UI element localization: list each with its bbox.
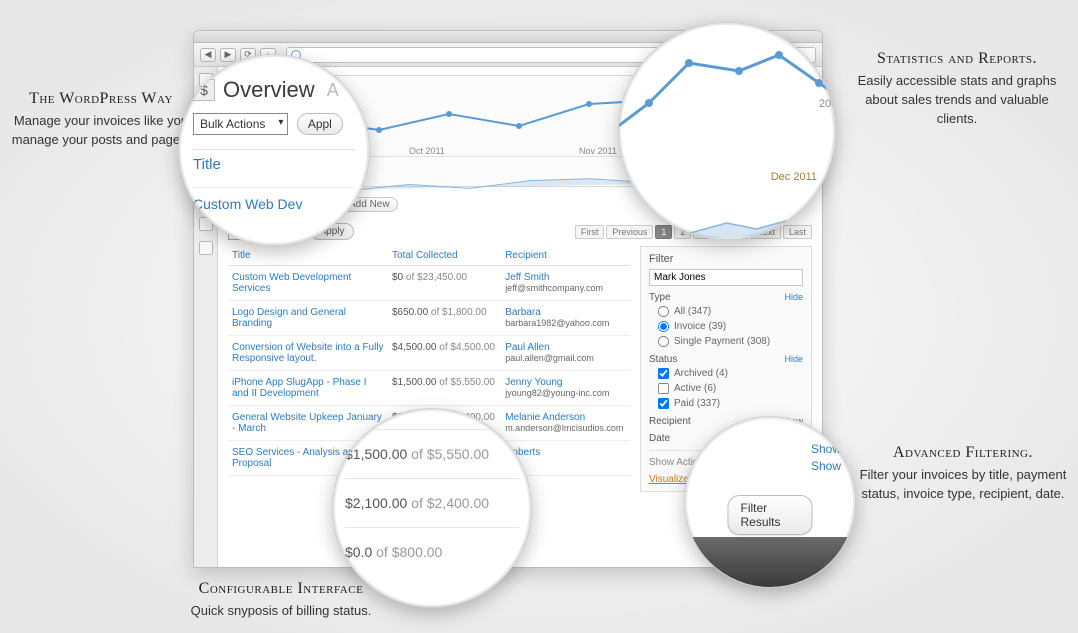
callout-body: Manage your invoices like you manage you… [6,112,196,150]
filter-status-label: Status [649,354,677,365]
filter-type-option[interactable]: Single Payment (308) [657,335,803,348]
overview-title: Overview [223,77,315,103]
filter-type-label: Type [649,292,671,303]
chart-line-zoom: 20 [618,43,836,173]
filter-recipient-label: Recipient [649,416,691,427]
filter-status-option[interactable]: Archived (4) [657,367,803,380]
hide-link[interactable]: Hide [784,292,803,303]
chart-tick: Oct 2011 [409,146,445,156]
recipient-cell: Jeff Smithjeff@smithcompany.com [501,266,630,301]
recipient-cell: Jenny Youngjyoung82@young-inc.com [501,371,630,406]
filter-type-option[interactable]: All (347) [657,305,803,318]
col-total[interactable]: Total Collected [388,246,501,266]
table-row: iPhone App SlugApp - Phase I and II Deve… [228,371,630,406]
hide-link[interactable]: Hide [784,354,803,365]
callout-stats: Statistics and Reports. Easily accessibl… [846,50,1068,129]
chart-tick: Dec 2011 [771,171,817,183]
magnifier-amounts: $1,500.00 of $5,550.00 $2,100.00 of $2,4… [332,408,532,608]
invoice-title-link[interactable]: Logo Design and General Branding [228,301,388,336]
filter-status-option[interactable]: Paid (337) [657,397,803,410]
col-title[interactable]: Title [228,246,388,266]
bulk-actions-select[interactable]: Bulk Actions [193,113,288,135]
amount-cell: $1,500.00 of $5,550.00 [388,371,501,406]
callout-title: Statistics and Reports. [846,50,1068,68]
svg-text:20: 20 [819,98,831,110]
footer-dark [685,537,855,587]
recipient-cell: Barbarabarbara1982@yahoo.com [501,301,630,336]
amount-cell: $0 of $23,450.00 [388,266,501,301]
callout-wordpress: The WordPress Way Manage your invoices l… [6,90,196,150]
filter-search-input[interactable] [649,269,803,286]
filter-results-button[interactable]: Filter Results [728,495,813,535]
show-link[interactable]: ShowShow [811,441,841,475]
amount-cell: $4,500.00 of $4,500.00 [388,336,501,371]
chart-tick: Nov 2011 [579,146,617,156]
page-first[interactable]: First [575,225,605,239]
col-recipient[interactable]: Recipient [501,246,630,266]
magnifier-overview: $OverviewA Bulk Actions Appl Title Custo… [178,54,370,246]
callout-body: Filter your invoices by title, payment s… [858,466,1068,504]
filter-heading: Filter [649,253,803,265]
back-button[interactable]: ◀ [200,48,216,62]
amount-row: $1,500.00 of $5,550.00 [345,429,519,478]
col-title: Title [193,149,355,173]
invoice-title-link[interactable]: Custom Web Development Services [228,266,388,301]
recipient-cell: Paul Allenpaul.allen@gmail.com [501,336,630,371]
table-row: Logo Design and General Branding$650.00 … [228,301,630,336]
sidebar-icon[interactable] [199,241,213,255]
recipient-cell: Melanie Andersonm.anderson@lmcisudios.co… [501,406,630,441]
amount-cell: $650.00 of $1,800.00 [388,301,501,336]
filter-date-label: Date [649,433,670,444]
invoice-title-link[interactable]: Conversion of Website into a Fully Respo… [228,336,388,371]
callout-body: Easily accessible stats and graphs about… [846,72,1068,129]
callout-title: Advanced Filtering. [858,444,1068,462]
amount-row: $0.0 of $800.00 [345,527,519,576]
apply-button[interactable]: Appl [297,113,343,135]
invoice-title-link[interactable]: Custom Web Dev [193,187,355,212]
callout-body: Quick snyposis of billing status. [136,602,426,621]
magnifier-chart: 20 Dec 2011 [618,22,836,240]
invoice-title-link[interactable]: iPhone App SlugApp - Phase I and II Deve… [228,371,388,406]
magnifier-filter: ShowShow Filter Results [684,416,856,588]
table-row: Custom Web Development Services$0 of $23… [228,266,630,301]
table-row: Conversion of Website into a Fully Respo… [228,336,630,371]
filter-type-option[interactable]: Invoice (39) [657,320,803,333]
forward-button[interactable]: ▶ [220,48,236,62]
callout-title: The WordPress Way [6,90,196,108]
callout-filtering: Advanced Filtering. Filter your invoices… [858,444,1068,504]
amount-row: $2,100.00 of $2,400.00 [345,478,519,527]
filter-status-option[interactable]: Active (6) [657,382,803,395]
